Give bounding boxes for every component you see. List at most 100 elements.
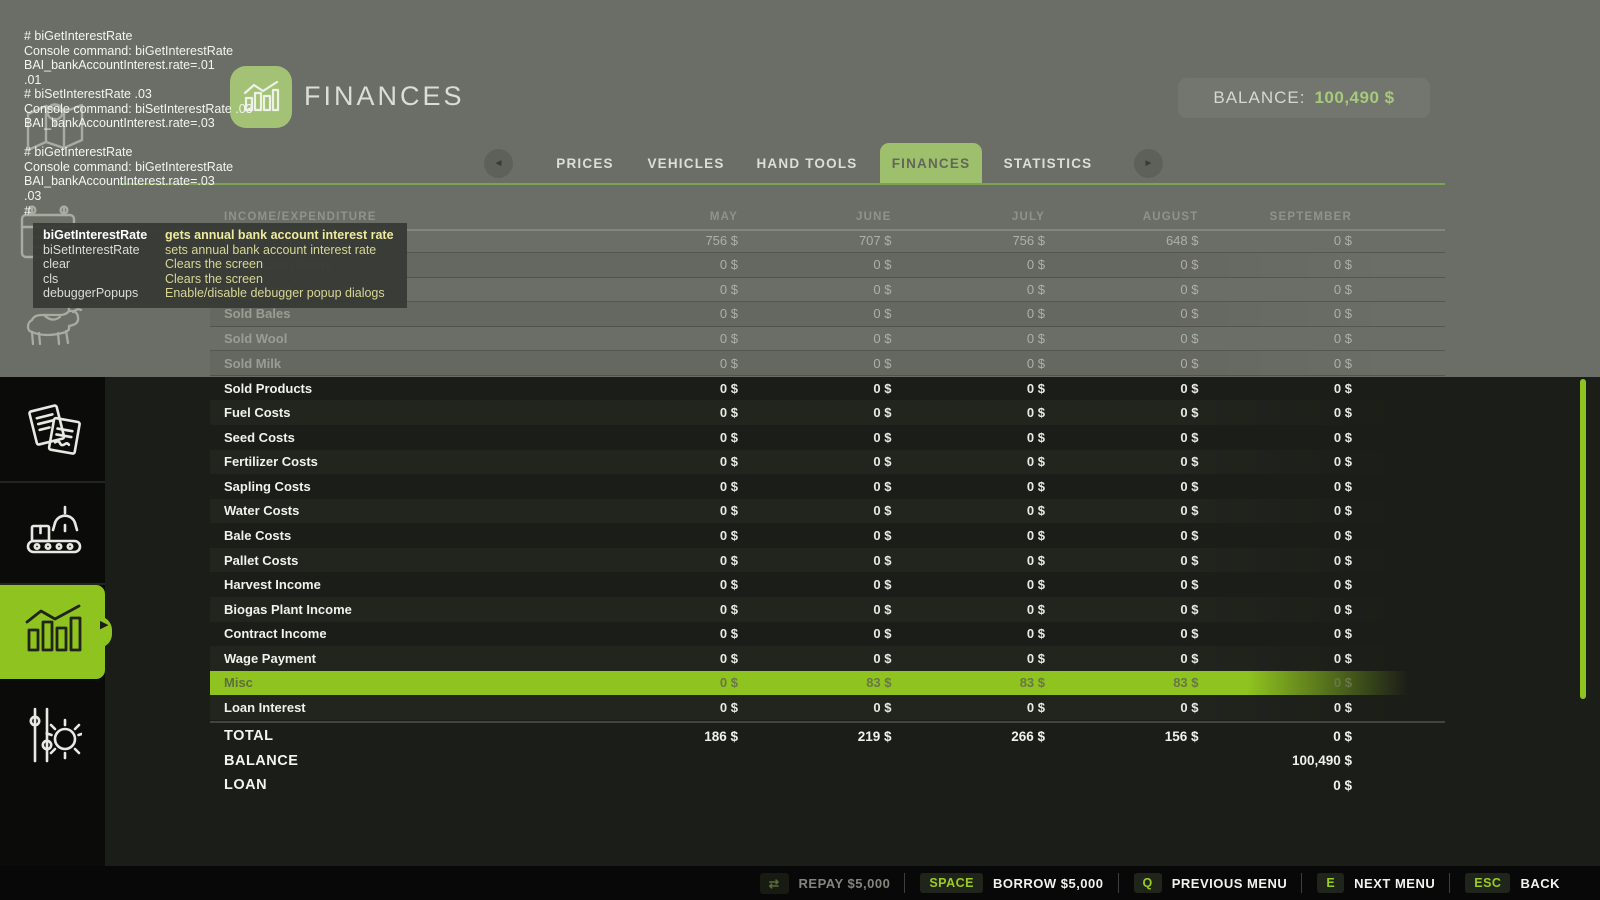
row-value: 0 $ xyxy=(738,282,892,297)
row-value: 83 $ xyxy=(1045,675,1199,690)
summary-label: BALANCE xyxy=(210,753,585,769)
table-row-fertilizer-costs[interactable]: Fertilizer Costs0 $0 $0 $0 $0 $ xyxy=(210,450,1445,475)
keybind-hotbar: ⇄REPAY $5,000SPACEBORROW $5,000QPREVIOUS… xyxy=(0,866,1600,900)
finances-chart-icon[interactable] xyxy=(22,602,84,656)
summary-value: 0 $ xyxy=(1199,778,1353,793)
row-label: Sold Milk xyxy=(210,356,585,371)
hotbar-item-back[interactable]: ESCBACK xyxy=(1449,873,1560,893)
row-value: 0 $ xyxy=(1199,331,1353,346)
row-value: 0 $ xyxy=(892,356,1046,371)
console-suggestion-bigetinterestrate[interactable]: biGetInterestRategets annual bank accoun… xyxy=(43,228,397,243)
row-value: 0 $ xyxy=(585,479,739,494)
row-label: Misc xyxy=(210,675,585,690)
row-value: 0 $ xyxy=(1199,306,1353,321)
table-row-wage-payment[interactable]: Wage Payment0 $0 $0 $0 $0 $ xyxy=(210,646,1445,671)
console-suggestion-debuggerpopups[interactable]: debuggerPopupsEnable/disable debugger po… xyxy=(43,286,397,301)
tab-vehicles[interactable]: VEHICLES xyxy=(636,143,736,183)
row-value: 0 $ xyxy=(892,602,1046,617)
table-row-pallet-costs[interactable]: Pallet Costs0 $0 $0 $0 $0 $ xyxy=(210,548,1445,573)
table-row-sold-milk[interactable]: Sold Milk0 $0 $0 $0 $0 $ xyxy=(210,351,1445,376)
table-row-harvest-income[interactable]: Harvest Income0 $0 $0 $0 $0 $ xyxy=(210,572,1445,597)
tab-statistics[interactable]: STATISTICS xyxy=(988,143,1108,183)
summary-value: 100,490 $ xyxy=(1199,753,1353,768)
row-label: Fertilizer Costs xyxy=(210,454,585,469)
console-autocomplete-popup: biGetInterestRategets annual bank accoun… xyxy=(33,223,407,308)
row-value: 0 $ xyxy=(1199,602,1353,617)
row-label: Sold Wool xyxy=(210,331,585,346)
row-value: 0 $ xyxy=(738,381,892,396)
row-value: 0 $ xyxy=(1045,282,1199,297)
table-row-sold-wool[interactable]: Sold Wool0 $0 $0 $0 $0 $ xyxy=(210,327,1445,352)
tab-finances[interactable]: FINANCES xyxy=(880,143,982,183)
row-label: Biogas Plant Income xyxy=(210,602,585,617)
column-header-june: JUNE xyxy=(738,211,892,223)
row-label: Bale Costs xyxy=(210,528,585,543)
suggestion-command: cls xyxy=(43,272,165,287)
console-line: Console command: biGetInterestRate xyxy=(24,44,253,59)
row-value: 0 $ xyxy=(1045,479,1199,494)
tab-prices[interactable]: PRICES xyxy=(535,143,635,183)
table-row-loan-interest[interactable]: Loan Interest0 $0 $0 $0 $0 $ xyxy=(210,695,1445,720)
table-row-bale-costs[interactable]: Bale Costs0 $0 $0 $0 $0 $ xyxy=(210,523,1445,548)
row-value: 0 $ xyxy=(585,405,739,420)
table-row-contract-income[interactable]: Contract Income0 $0 $0 $0 $0 $ xyxy=(210,622,1445,647)
table-row-sold-products[interactable]: Sold Products0 $0 $0 $0 $0 $ xyxy=(210,376,1445,401)
hotbar-item-previous-menu[interactable]: QPREVIOUS MENU xyxy=(1118,873,1288,893)
table-scrollbar[interactable] xyxy=(1580,379,1586,699)
settings-icon[interactable] xyxy=(26,705,82,765)
console-line: BAI_bankAccountInterest.rate=.03 xyxy=(24,116,253,131)
row-value: 0 $ xyxy=(585,675,739,690)
table-row-water-costs[interactable]: Water Costs0 $0 $0 $0 $0 $ xyxy=(210,499,1445,524)
row-value: 0 $ xyxy=(892,282,1046,297)
console-suggestion-clear[interactable]: clearClears the screen xyxy=(43,257,397,272)
hotbar-item-borrow-5-000[interactable]: SPACEBORROW $5,000 xyxy=(904,873,1103,893)
row-label: Sold Bales xyxy=(210,306,585,321)
table-row-biogas-plant-income[interactable]: Biogas Plant Income0 $0 $0 $0 $0 $ xyxy=(210,597,1445,622)
tab-hand-tools[interactable]: HAND TOOLS xyxy=(742,143,872,183)
row-label: Harvest Income xyxy=(210,577,585,592)
table-row-misc[interactable]: Misc0 $83 $83 $83 $0 $ xyxy=(210,671,1445,696)
row-value: 0 $ xyxy=(1199,675,1353,690)
contracts-icon[interactable] xyxy=(25,400,83,458)
row-value: 0 $ xyxy=(1199,257,1353,272)
balance-value: 100,490 $ xyxy=(1314,88,1394,108)
table-row-fuel-costs[interactable]: Fuel Costs0 $0 $0 $0 $0 $ xyxy=(210,400,1445,425)
row-value: 0 $ xyxy=(585,381,739,396)
row-value: 0 $ xyxy=(892,651,1046,666)
suggestion-description: Enable/disable debugger popup dialogs xyxy=(165,286,397,301)
production-icon[interactable] xyxy=(24,503,84,561)
row-value: 0 $ xyxy=(585,700,739,715)
row-value: 0 $ xyxy=(1045,700,1199,715)
row-value: 0 $ xyxy=(585,651,739,666)
row-value: 0 $ xyxy=(585,282,739,297)
sidebar-divider xyxy=(0,481,105,483)
console-suggestion-cls[interactable]: clsClears the screen xyxy=(43,272,397,287)
suggestion-description: Clears the screen xyxy=(165,272,397,287)
table-row-seed-costs[interactable]: Seed Costs0 $0 $0 $0 $0 $ xyxy=(210,425,1445,450)
suggestion-command: clear xyxy=(43,257,165,272)
hotbar-item-next-menu[interactable]: ENEXT MENU xyxy=(1301,873,1435,893)
console-suggestion-bisetinterestrate[interactable]: biSetInterestRatesets annual bank accoun… xyxy=(43,243,397,258)
row-value: 0 $ xyxy=(738,553,892,568)
table-row-sapling-costs[interactable]: Sapling Costs0 $0 $0 $0 $0 $ xyxy=(210,474,1445,499)
row-value: 0 $ xyxy=(1045,331,1199,346)
row-value: 0 $ xyxy=(892,306,1046,321)
row-value: 0 $ xyxy=(1045,577,1199,592)
row-value: 0 $ xyxy=(892,257,1046,272)
key-badge: ESC xyxy=(1465,873,1510,893)
row-value: 0 $ xyxy=(585,553,739,568)
column-header-august: AUGUST xyxy=(1045,211,1199,223)
row-value: 0 $ xyxy=(585,528,739,543)
summary-label: LOAN xyxy=(210,777,585,793)
developer-console-output: # biGetInterestRate Console command: biGe… xyxy=(24,29,253,218)
row-label: Contract Income xyxy=(210,626,585,641)
row-value: 0 $ xyxy=(585,257,739,272)
console-line: # biGetInterestRate xyxy=(24,145,253,160)
row-label: Fuel Costs xyxy=(210,405,585,420)
column-header-july: JULY xyxy=(892,211,1046,223)
row-label: Loan Interest xyxy=(210,700,585,715)
row-value: 0 $ xyxy=(1199,405,1353,420)
row-value: 756 $ xyxy=(585,233,739,248)
row-value: 0 $ xyxy=(738,700,892,715)
hotbar-action-label: PREVIOUS MENU xyxy=(1172,876,1288,891)
